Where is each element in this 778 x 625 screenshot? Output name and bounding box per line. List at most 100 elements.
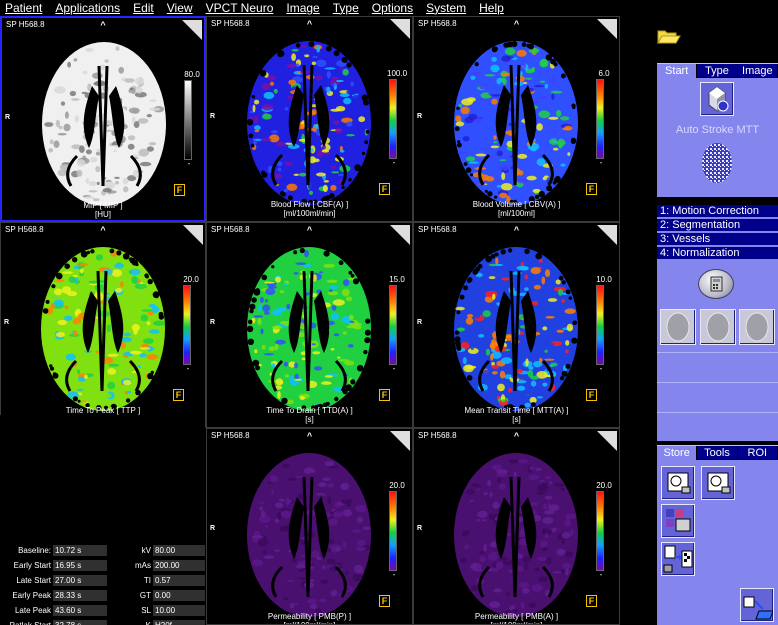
viewport-ttp[interactable]: SP H568.8^R20.0-FTime To Peak [ TTP ][s] — [0, 222, 206, 428]
viewport-cbv[interactable]: SP H568.8 ^ R 6.0 - F Blood Volume [ CBV(A) ][… — [413, 16, 620, 222]
colorbar — [184, 80, 192, 160]
map-title: Time To Peak [ TTP ] — [65, 406, 141, 415]
colorbar-max: 10.0 — [596, 275, 612, 284]
export-folder-button[interactable] — [740, 588, 774, 622]
menu-view[interactable]: View — [167, 1, 193, 15]
auto-stroke-label: Auto Stroke MTT — [675, 124, 760, 136]
f-icon[interactable]: F — [174, 184, 185, 196]
page-corner-icon[interactable] — [182, 20, 202, 40]
norm-thumb-2[interactable] — [700, 309, 736, 345]
store-button-1[interactable] — [661, 466, 695, 500]
menu-vpct-neuro[interactable]: VPCT Neuro — [206, 1, 274, 15]
calculator-button[interactable] — [698, 269, 734, 299]
series-label: SP H568.8 — [418, 225, 457, 234]
step-segmentation[interactable]: 2: Segmentation — [657, 219, 778, 232]
norm-thumb-1[interactable] — [660, 309, 696, 345]
viewport-pmb-a[interactable]: SP H568.8 ^ R 20.0 - F Permeability [ PMB(A) ]… — [413, 428, 620, 625]
tab-type[interactable]: Type — [697, 64, 738, 78]
menu-options[interactable]: Options — [372, 1, 413, 15]
page-corner-icon[interactable] — [390, 19, 410, 39]
param-value: 10.00 — [153, 605, 205, 616]
f-icon[interactable]: F — [379, 183, 390, 195]
series-label: SP H568.8 — [418, 431, 457, 440]
f-icon[interactable]: F — [586, 389, 597, 401]
store-panel: Store Tools ROI — [657, 445, 778, 625]
auto-stroke-button[interactable] — [700, 82, 734, 116]
f-icon[interactable]: F — [586, 595, 597, 607]
brain-image — [454, 453, 578, 617]
orientation-top: ^ — [513, 225, 520, 235]
orientation-side: R — [417, 525, 423, 532]
tab-tools[interactable]: Tools — [697, 446, 738, 460]
tab-store[interactable]: Store — [657, 446, 698, 460]
param-row: Early Peak 28.33 s GT 0.00 — [0, 590, 205, 602]
tab-roi[interactable]: ROI — [737, 446, 778, 460]
orientation-side: R — [417, 319, 423, 326]
store-button-2[interactable] — [701, 466, 735, 500]
colorbar-max: 100.0 — [387, 69, 408, 78]
f-icon[interactable]: F — [379, 389, 390, 401]
param-row: Late Start 27.00 s TI 0.57 — [0, 575, 205, 587]
page-corner-icon[interactable] — [597, 19, 617, 39]
viewport-pmb-p[interactable]: SP H568.8 ^ R 20.0 - F Permeability [ PMB(P) ]… — [206, 428, 413, 625]
viewport-ttd[interactable]: SP H568.8 ^ R 15.0 - F Time To Drain [ TTD(A) … — [206, 222, 413, 428]
viewport-cbf[interactable]: SP H568.8 ^ R 100.0 - F Blood Flow [ CBF(A) ][… — [206, 16, 413, 222]
colorbar-max: 80.0 — [184, 70, 200, 79]
orientation-top: ^ — [513, 19, 520, 29]
menu-patient[interactable]: Patient — [5, 1, 42, 15]
calculator-icon — [710, 276, 723, 292]
orientation-top: ^ — [100, 20, 106, 30]
colorbar-min: - — [599, 158, 603, 167]
tab-start[interactable]: Start — [657, 64, 698, 78]
colorbar — [389, 285, 397, 365]
viewport-mtt[interactable]: SP H568.8 ^ R 10.0 - F Mean Transit Time [ MTT… — [413, 222, 620, 428]
viewport-mip[interactable]: SP H568.8 ^ R 80.0 - F MIP [ MIP ] [HU] — [0, 16, 206, 222]
map-title: Permeability [ PMB(A) ] — [474, 612, 559, 621]
orientation-side: R — [417, 113, 423, 120]
f-icon[interactable]: F — [586, 183, 597, 195]
divider — [657, 412, 778, 413]
colorbar — [596, 285, 604, 365]
orientation-side: R — [5, 114, 11, 121]
menu-applications[interactable]: Applications — [55, 1, 120, 15]
store-series-button[interactable] — [661, 504, 695, 538]
map-unit: [s] — [305, 415, 314, 424]
tab-image[interactable]: Image — [737, 64, 778, 78]
param-value: 43.60 s — [53, 605, 107, 616]
f-icon[interactable]: F — [379, 595, 390, 607]
colorbar — [596, 491, 604, 571]
param-label: Early Start — [13, 561, 51, 570]
map-unit: [ml/100ml/min] — [414, 621, 619, 624]
page-corner-icon[interactable] — [390, 225, 410, 245]
store-image-icon — [667, 472, 691, 494]
menu-help[interactable]: Help — [479, 1, 504, 15]
page-corner-icon[interactable] — [597, 225, 617, 245]
map-title: Permeability [ PMB(P) ] — [267, 612, 352, 621]
brain-image — [246, 41, 371, 205]
step-vessels[interactable]: 3: Vessels — [657, 233, 778, 246]
folder-open-icon[interactable] — [657, 28, 681, 44]
menu-system[interactable]: System — [426, 1, 466, 15]
step-motion-correction[interactable]: 1: Motion Correction — [657, 205, 778, 218]
map-unit: [HU] — [95, 210, 111, 219]
menu-edit[interactable]: Edit — [133, 1, 154, 15]
menu-type[interactable]: Type — [333, 1, 359, 15]
orientation-top: ^ — [100, 225, 106, 235]
page-corner-icon[interactable] — [390, 431, 410, 451]
side-panel: Start Type Image Auto Stroke MTT 1: Moti… — [620, 16, 778, 625]
page-corner-icon[interactable] — [183, 225, 203, 245]
menu-image[interactable]: Image — [286, 1, 319, 15]
orientation-side: R — [210, 113, 216, 120]
f-icon[interactable]: F — [173, 389, 184, 401]
norm-thumb-3[interactable] — [739, 309, 775, 345]
page-corner-icon[interactable] — [597, 431, 617, 451]
series-label: SP H568.8 — [5, 225, 44, 234]
param-row: Patlak Start32.78 sKH20f — [0, 620, 205, 625]
step-normalization[interactable]: 4: Normalization — [657, 247, 778, 260]
start-panel: Start Type Image Auto Stroke MTT — [657, 63, 778, 197]
param-value: 80.00 — [153, 545, 205, 556]
export-button[interactable] — [661, 542, 695, 576]
map-title: Blood Flow [ CBF(A) ] — [270, 200, 349, 209]
colorbar-min: - — [392, 364, 396, 373]
colorbar-max: 15.0 — [389, 275, 405, 284]
